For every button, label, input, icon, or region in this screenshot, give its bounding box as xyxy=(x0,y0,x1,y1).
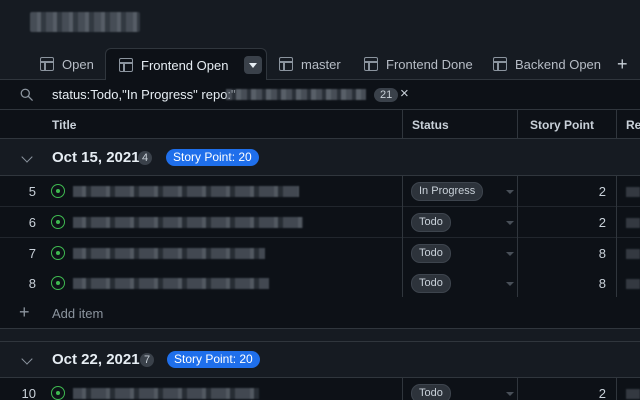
column-header-title[interactable]: Title xyxy=(52,110,76,139)
column-divider xyxy=(517,176,518,297)
group-separator xyxy=(0,329,640,342)
caret-down-icon[interactable] xyxy=(506,392,514,396)
column-divider xyxy=(402,176,403,297)
caret-down-icon[interactable] xyxy=(506,221,514,225)
table-icon xyxy=(493,57,507,71)
open-issue-icon xyxy=(51,246,65,260)
tab-label: Frontend Done xyxy=(386,56,473,72)
caret-down-icon[interactable] xyxy=(506,252,514,256)
table-row[interactable]: 6 Todo 2 xyxy=(0,207,640,238)
column-divider xyxy=(402,110,403,139)
column-divider xyxy=(616,176,617,297)
project-title-redacted xyxy=(30,12,140,32)
column-divider xyxy=(402,378,403,400)
add-item-row[interactable]: + Add item xyxy=(0,297,640,329)
repo-cell-redacted xyxy=(626,389,640,399)
status-chip[interactable]: Todo xyxy=(411,213,451,232)
tab-backend-open[interactable]: Backend Open xyxy=(493,48,601,80)
caret-down-icon xyxy=(249,62,258,68)
chevron-down-icon[interactable] xyxy=(21,151,33,163)
tab-options-button[interactable] xyxy=(244,56,263,74)
table-icon xyxy=(279,57,293,71)
issue-title-redacted[interactable] xyxy=(73,186,299,197)
table-header: Title Status Story Point Re xyxy=(0,110,640,139)
story-point-cell[interactable]: 2 xyxy=(517,386,606,400)
filter-bar[interactable]: status:Todo,"In Progress" repo:" 21 × xyxy=(0,80,640,110)
table-row[interactable]: 5 In Progress 2 xyxy=(0,176,640,207)
view-tabs: Open Frontend Open master Frontend Done … xyxy=(0,48,640,81)
repo-cell-redacted xyxy=(626,249,640,259)
tab-label: master xyxy=(301,56,341,72)
clear-filter-icon[interactable]: × xyxy=(400,85,409,102)
issue-title-redacted[interactable] xyxy=(73,248,265,259)
tab-label: Open xyxy=(62,56,94,72)
status-chip[interactable]: In Progress xyxy=(411,182,484,201)
group-count-badge: 4 xyxy=(138,151,153,165)
column-divider xyxy=(616,378,617,400)
result-count-badge: 21 xyxy=(374,88,399,102)
plus-icon: + xyxy=(19,302,30,322)
story-point-cell[interactable]: 2 xyxy=(517,184,606,199)
tab-frontend-done[interactable]: Frontend Done xyxy=(364,48,473,80)
tab-label: Frontend Open xyxy=(141,57,229,73)
column-divider xyxy=(517,378,518,400)
column-header-story-point[interactable]: Story Point xyxy=(530,110,594,139)
chevron-down-icon[interactable] xyxy=(21,353,33,365)
status-chip[interactable]: Todo xyxy=(411,244,451,263)
table-row[interactable]: 10 Todo 2 xyxy=(0,378,640,400)
row-number: 6 xyxy=(28,215,36,230)
column-header-repo[interactable]: Re xyxy=(626,110,640,139)
plus-icon: + xyxy=(617,53,628,74)
group-header[interactable]: Oct 15, 2021 4 Story Point: 20 xyxy=(0,140,640,176)
column-divider xyxy=(517,110,518,139)
repo-cell-redacted xyxy=(626,218,640,228)
repo-name-redacted xyxy=(226,89,366,100)
repo-cell-redacted xyxy=(626,187,640,197)
tab-label: Backend Open xyxy=(515,56,602,72)
add-view-button[interactable]: + xyxy=(617,48,628,80)
open-issue-icon xyxy=(51,386,65,400)
column-header-status[interactable]: Status xyxy=(412,110,449,139)
table-icon xyxy=(364,57,378,71)
tab-master[interactable]: master xyxy=(279,48,341,80)
status-chip[interactable]: Todo xyxy=(411,384,451,400)
group-title: Oct 22, 2021 xyxy=(52,351,140,368)
caret-down-icon[interactable] xyxy=(506,190,514,194)
issue-title-redacted[interactable] xyxy=(73,217,303,228)
row-number: 10 xyxy=(21,386,36,400)
tab-frontend-open[interactable]: Frontend Open xyxy=(105,48,267,81)
open-issue-icon xyxy=(51,184,65,198)
column-divider xyxy=(616,110,617,139)
row-number: 5 xyxy=(28,184,36,199)
table-row[interactable]: 7 Todo 8 xyxy=(0,238,640,269)
add-item-label: Add item xyxy=(52,306,104,321)
filter-query[interactable]: status:Todo,"In Progress" repo:" xyxy=(52,87,236,102)
table-icon xyxy=(40,57,54,71)
issue-title-redacted[interactable] xyxy=(73,388,259,399)
table-icon xyxy=(119,58,133,72)
group-header[interactable]: Oct 22, 2021 7 Story Point: 20 xyxy=(0,342,640,378)
group-count-badge: 7 xyxy=(140,353,155,367)
status-chip[interactable]: Todo xyxy=(411,274,451,293)
row-number: 8 xyxy=(28,276,36,291)
story-point-badge: Story Point: 20 xyxy=(166,149,259,166)
tab-open[interactable]: Open xyxy=(40,48,94,80)
issue-title-redacted[interactable] xyxy=(73,278,269,289)
repo-cell-redacted xyxy=(626,279,640,289)
story-point-cell[interactable]: 8 xyxy=(517,246,606,261)
table-row[interactable]: 8 Todo 8 xyxy=(0,268,640,299)
caret-down-icon[interactable] xyxy=(506,282,514,286)
title-bar xyxy=(0,0,640,48)
group-title: Oct 15, 2021 xyxy=(52,149,140,166)
search-icon xyxy=(20,88,33,101)
row-number: 7 xyxy=(28,246,36,261)
open-issue-icon xyxy=(51,276,65,290)
story-point-badge: Story Point: 20 xyxy=(167,351,260,368)
open-issue-icon xyxy=(51,215,65,229)
story-point-cell[interactable]: 2 xyxy=(517,215,606,230)
story-point-cell[interactable]: 8 xyxy=(517,276,606,291)
